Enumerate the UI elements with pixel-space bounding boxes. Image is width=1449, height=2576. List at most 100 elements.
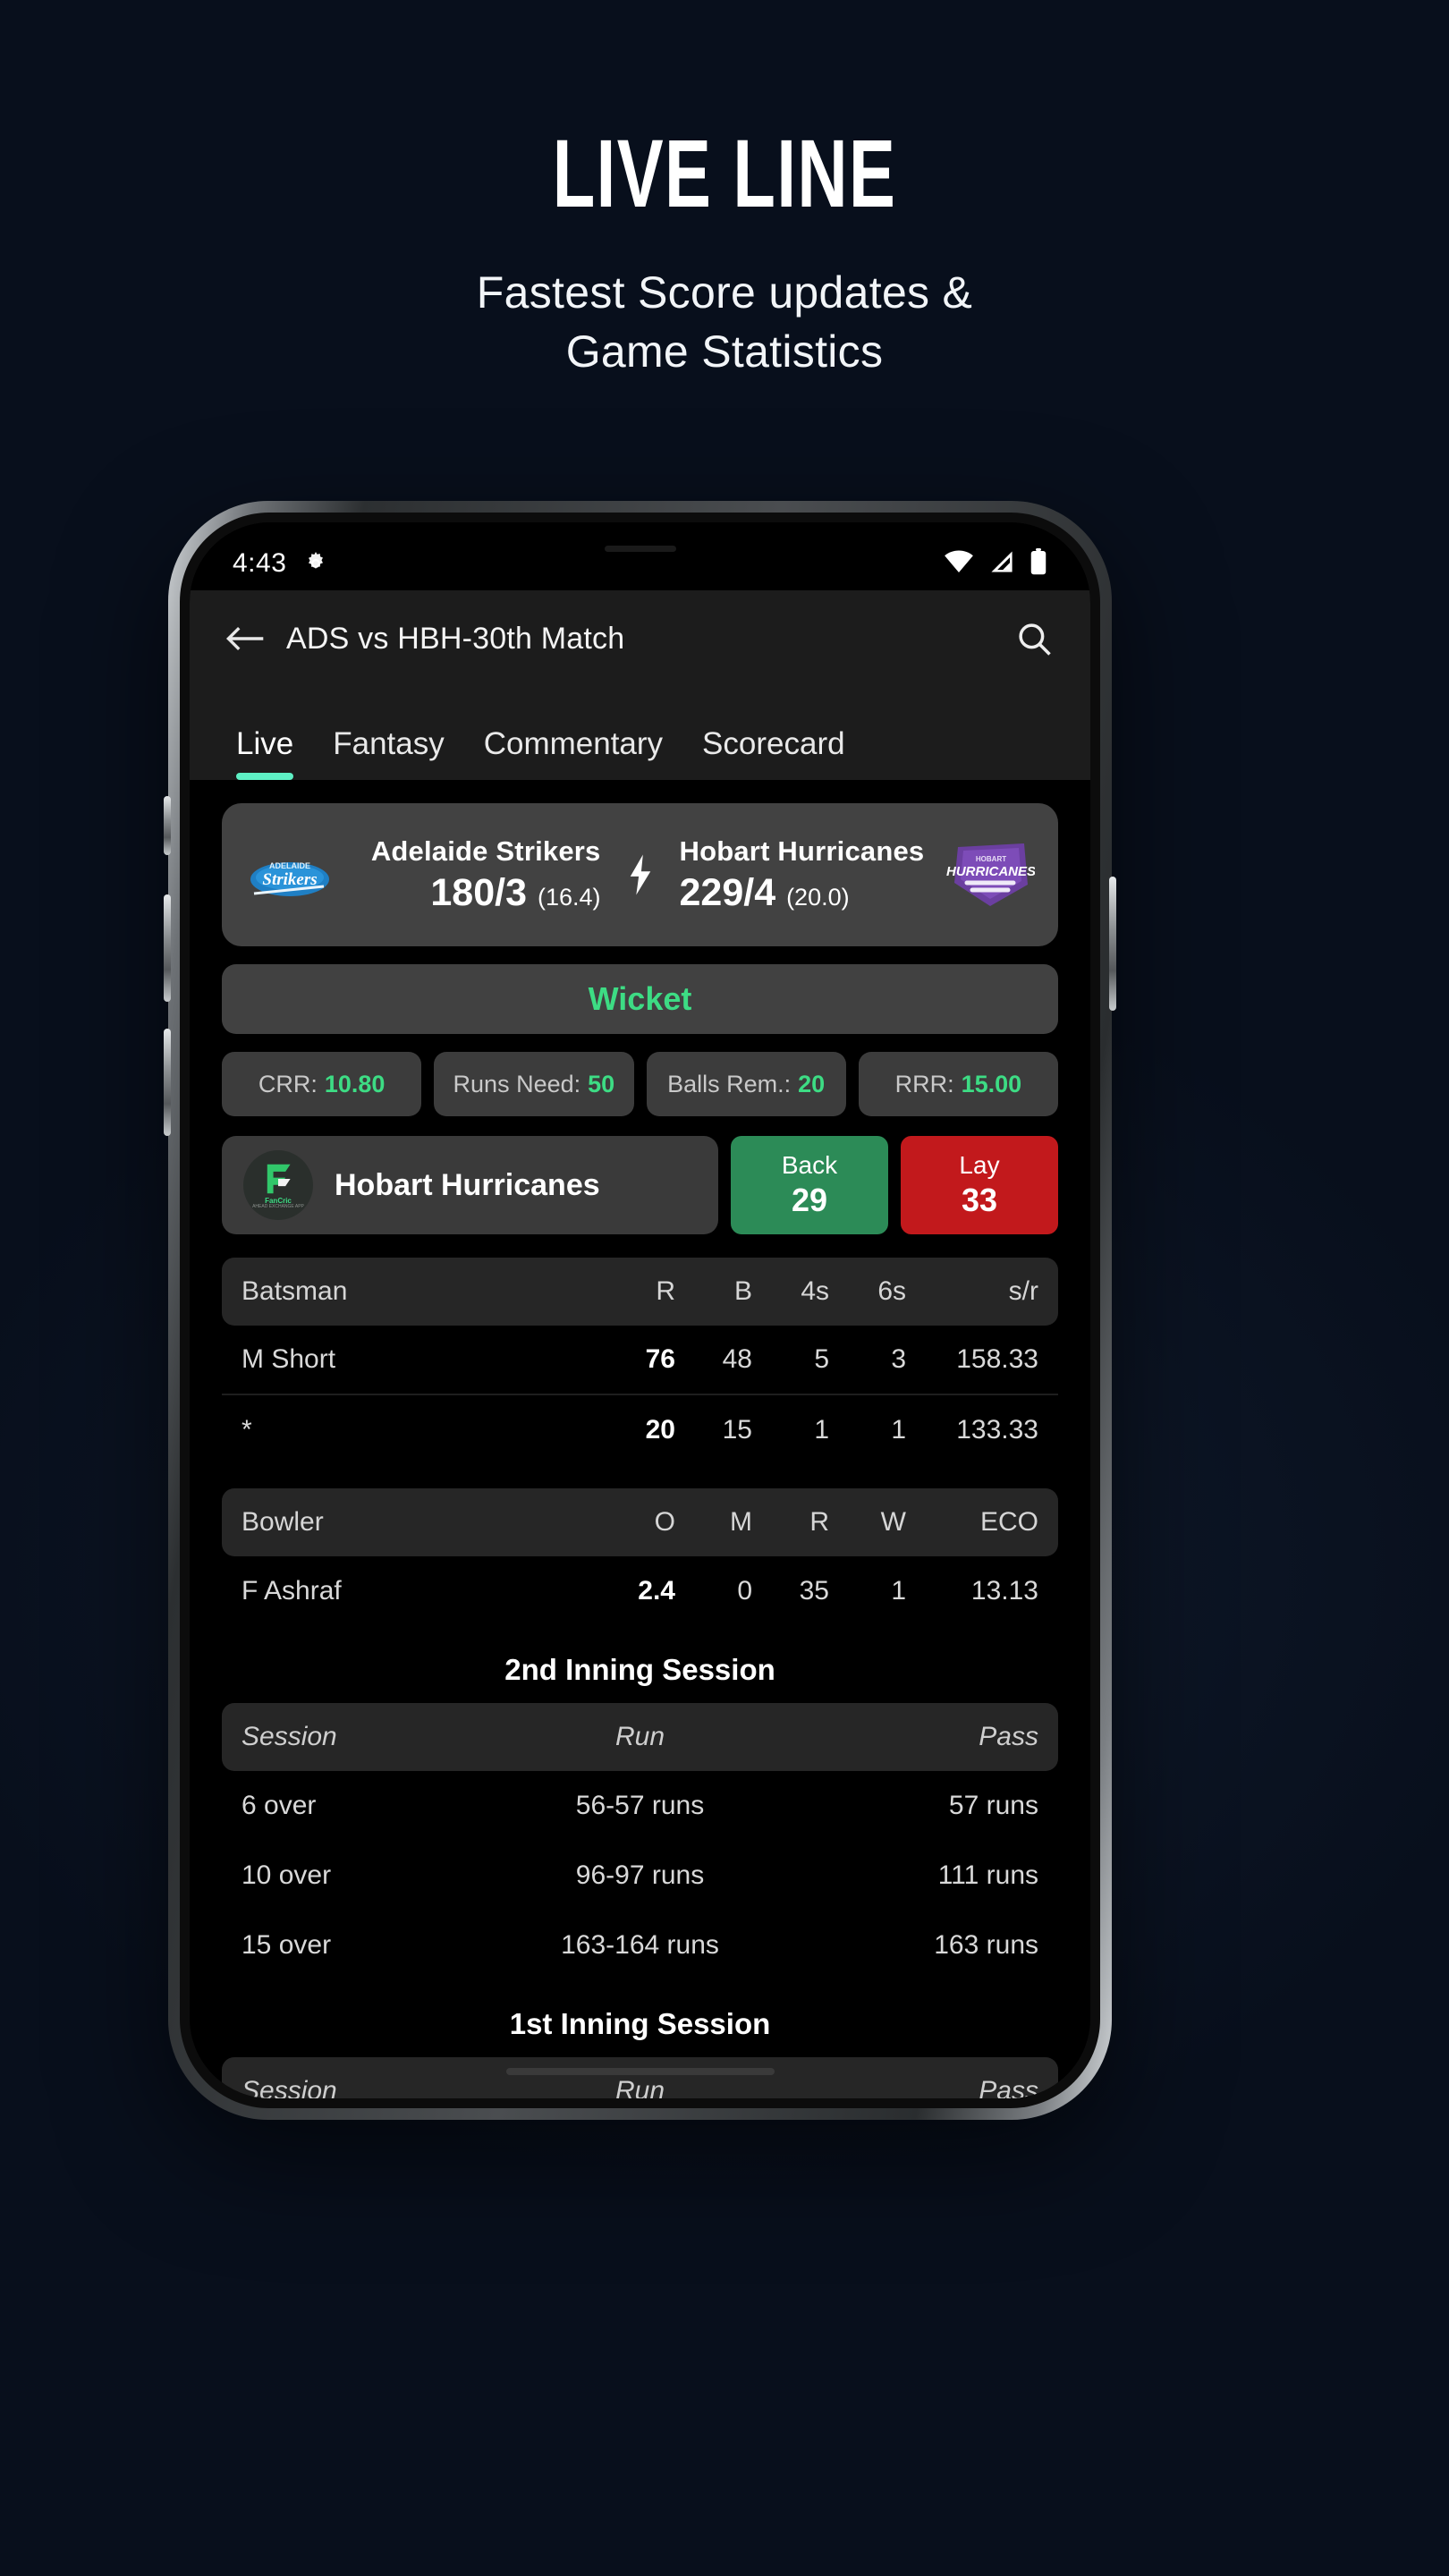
svg-text:HOBART: HOBART (976, 855, 1006, 863)
battery-icon (1030, 547, 1047, 580)
back-arrow-icon[interactable] (222, 615, 268, 662)
bowler-col-m: M (730, 1507, 752, 1537)
bowler-table-header: Bowler O M R W ECO (222, 1488, 1058, 1556)
phone-button-silent[interactable] (164, 796, 171, 855)
adelaide-strikers-logo: ADELAIDE Strikers (243, 838, 336, 911)
phone-button-power[interactable] (1109, 877, 1116, 1011)
fancric-logo-icon: FanCric AHEAD EXCHANGE APP (243, 1150, 313, 1220)
tab-commentary[interactable]: Commentary (464, 687, 682, 780)
team-right-overs: (20.0) (786, 883, 850, 911)
batsman-table: Batsman R B 4s 6s s/r M Short 76 48 5 3 … (222, 1258, 1058, 1465)
team-right-name: Hobart Hurricanes (679, 835, 925, 867)
team-left-name: Adelaide Strikers (370, 835, 601, 867)
first-inning-session: 1st Inning Session Session Run Pass (222, 2007, 1058, 2098)
svg-text:ADELAIDE: ADELAIDE (269, 861, 310, 870)
batsman-fours: 5 (814, 1344, 829, 1374)
chip-runs-need: Runs Need: 50 (434, 1052, 634, 1116)
back-bet-button[interactable]: Back 29 (731, 1136, 888, 1234)
bowler-table: Bowler O M R W ECO F Ashraf 2.4 0 35 1 1… (222, 1488, 1058, 1626)
promo-page: LIVE LINE Fastest Score updates & Game S… (0, 0, 1449, 2576)
team-left-runs: 180/3 (430, 870, 527, 914)
second-inning-session-header: Session Run Pass (222, 1703, 1058, 1771)
tab-fantasy-label: Fantasy (333, 726, 445, 761)
batsman-col-name: Batsman (242, 1276, 348, 1306)
batsman-col-b: B (733, 1276, 752, 1306)
session-col-run: Run (614, 2076, 665, 2098)
batsman-runs: 20 (645, 1415, 675, 1445)
session-col-pass: Pass (979, 1722, 1038, 1751)
lay-bet-label: Lay (959, 1151, 1000, 1179)
batsman-strike-rate: 133.33 (956, 1415, 1038, 1445)
bowler-overs: 2.4 (638, 1576, 675, 1606)
chip-rrr-value: 15.00 (961, 1070, 1022, 1097)
batsman-runs: 76 (645, 1344, 675, 1374)
svg-text:HURRICANES: HURRICANES (946, 864, 1035, 879)
batsman-strike-rate: 158.33 (956, 1344, 1038, 1374)
chip-balls-remaining: Balls Rem.: 20 (646, 1052, 846, 1116)
second-inning-session: 2nd Inning Session Session Run Pass 6 ov… (222, 1653, 1058, 1980)
team-left-overs: (16.4) (537, 883, 601, 911)
fancric-tagline: AHEAD EXCHANGE APP (252, 1203, 304, 1209)
batsman-fours: 1 (814, 1415, 829, 1445)
session-col-pass: Pass (979, 2076, 1038, 2098)
status-badge-text: Wicket (588, 980, 692, 1017)
promo-subhead: Fastest Score updates & Game Statistics (0, 263, 1449, 381)
match-scorecard[interactable]: ADELAIDE Strikers Adelaide Strikers 180/… (222, 803, 1058, 946)
tab-fantasy[interactable]: Fantasy (313, 687, 464, 780)
bet-team-name: Hobart Hurricanes (335, 1167, 600, 1202)
tab-scorecard[interactable]: Scorecard (682, 687, 865, 780)
tab-bar: Live Fantasy Commentary Scorecard (190, 687, 1090, 780)
batsman-col-sr: s/r (1008, 1276, 1038, 1306)
team-left-block: Adelaide Strikers 180/3 (16.4) (336, 835, 621, 915)
team-right-score: 229/4 (20.0) (680, 871, 945, 915)
session-col-run: Run (614, 1722, 665, 1751)
phone-button-volume-up[interactable] (164, 894, 171, 1002)
chip-crr: CRR: 10.80 (222, 1052, 422, 1116)
bowler-maidens: 0 (737, 1576, 752, 1606)
bowler-col-w: W (880, 1507, 906, 1537)
bowler-wickets: 1 (891, 1576, 906, 1606)
gear-icon (302, 550, 329, 577)
batsman-balls: 15 (722, 1415, 752, 1445)
promo-subhead-line2: Game Statistics (565, 326, 884, 377)
phone-mockup: 4:43 ADS vs HBH-30th Match Live Fantasy … (164, 501, 1116, 2120)
status-bar-time: 4:43 (233, 548, 287, 578)
batsman-balls: 48 (722, 1344, 752, 1374)
bet-team-block[interactable]: FanCric AHEAD EXCHANGE APP Hobart Hurric… (222, 1136, 718, 1234)
promo-headline-block: LIVE LINE Fastest Score updates & Game S… (0, 125, 1449, 381)
chip-runs-need-label: Runs Need: (453, 1070, 581, 1097)
lay-bet-button[interactable]: Lay 33 (901, 1136, 1058, 1234)
batsman-table-header: Batsman R B 4s 6s s/r (222, 1258, 1058, 1326)
chip-rrr: RRR: 15.00 (858, 1052, 1058, 1116)
tab-scorecard-label: Scorecard (702, 726, 845, 761)
table-row: M Short 76 48 5 3 158.33 (222, 1326, 1058, 1395)
phone-bezel: 4:43 ADS vs HBH-30th Match Live Fantasy … (180, 513, 1100, 2108)
tab-live[interactable]: Live (216, 687, 313, 780)
phone-button-volume-down[interactable] (164, 1029, 171, 1136)
home-indicator (505, 2068, 775, 2075)
batsman-name: M Short (242, 1344, 336, 1374)
session-run: 96-97 runs (575, 1860, 705, 1890)
chip-balls-remaining-value: 20 (798, 1070, 826, 1097)
list-item: 15 over 163-164 runs 163 runs (222, 1911, 1058, 1980)
status-bar-icons (944, 547, 1047, 580)
table-row: F Ashraf 2.4 0 35 1 13.13 (222, 1556, 1058, 1626)
session-run: 56-57 runs (575, 1791, 705, 1820)
session-pass: 163 runs (934, 1930, 1038, 1960)
session-pass: 111 runs (937, 1860, 1038, 1890)
batsman-sixes: 3 (891, 1344, 906, 1374)
back-bet-label: Back (781, 1151, 838, 1179)
search-icon[interactable] (1010, 614, 1058, 663)
team-right-runs: 229/4 (679, 870, 776, 914)
tab-commentary-label: Commentary (483, 726, 664, 761)
list-item: 6 over 56-57 runs 57 runs (222, 1771, 1058, 1841)
batsman-col-r: R (656, 1276, 675, 1306)
team-left-score: 180/3 (16.4) (336, 870, 601, 915)
phone-screen: 4:43 ADS vs HBH-30th Match Live Fantasy … (190, 522, 1090, 2098)
second-inning-session-title: 2nd Inning Session (504, 1653, 775, 1686)
bowler-name: F Ashraf (242, 1576, 342, 1606)
wifi-icon (944, 550, 974, 578)
page-title: LIVE LINE (552, 119, 897, 227)
app-header: ADS vs HBH-30th Match (190, 590, 1090, 687)
batsman-col-6s: 6s (877, 1276, 906, 1306)
